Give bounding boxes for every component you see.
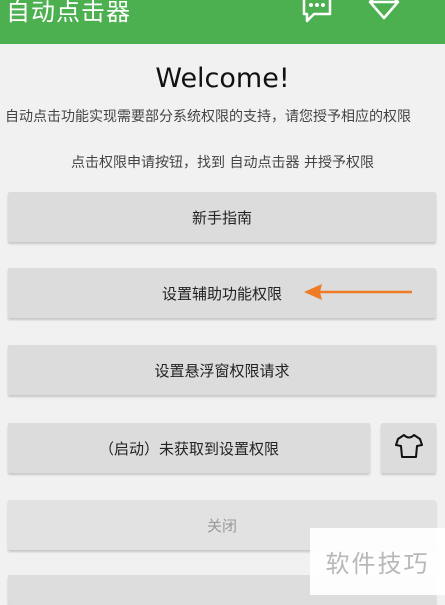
start-button-label: （启动）未获取到设置权限 bbox=[98, 439, 279, 458]
app-bar: 自动点击器 bbox=[0, 0, 445, 44]
accessibility-permission-label: 设置辅助功能权限 bbox=[161, 284, 282, 303]
chat-icon[interactable] bbox=[300, 0, 334, 30]
permission-hint: 点击权限申请按钮，找到 自动点击器 并授予权限 bbox=[71, 155, 374, 171]
guide-button-label: 新手指南 bbox=[191, 208, 252, 227]
diamond-icon[interactable] bbox=[367, 0, 401, 26]
guide-button[interactable]: 新手指南 bbox=[8, 192, 436, 242]
app-title: 自动点击器 bbox=[6, 0, 131, 26]
close-button-label: 关闭 bbox=[206, 516, 237, 535]
orange-arrow-annotation bbox=[304, 284, 412, 300]
permission-notice: 自动点击功能实现需要部分系统权限的支持，请您授予相应的权限 bbox=[5, 109, 411, 125]
watermark: 软件技巧 bbox=[310, 528, 445, 595]
start-button[interactable]: （启动）未获取到设置权限 bbox=[8, 423, 370, 473]
floating-window-permission-button[interactable]: 设置悬浮窗权限请求 bbox=[8, 345, 436, 395]
skin-button[interactable] bbox=[381, 423, 436, 473]
tshirt-icon bbox=[394, 433, 423, 463]
welcome-heading: Welcome! bbox=[155, 63, 290, 94]
floating-window-permission-label: 设置悬浮窗权限请求 bbox=[154, 361, 290, 380]
